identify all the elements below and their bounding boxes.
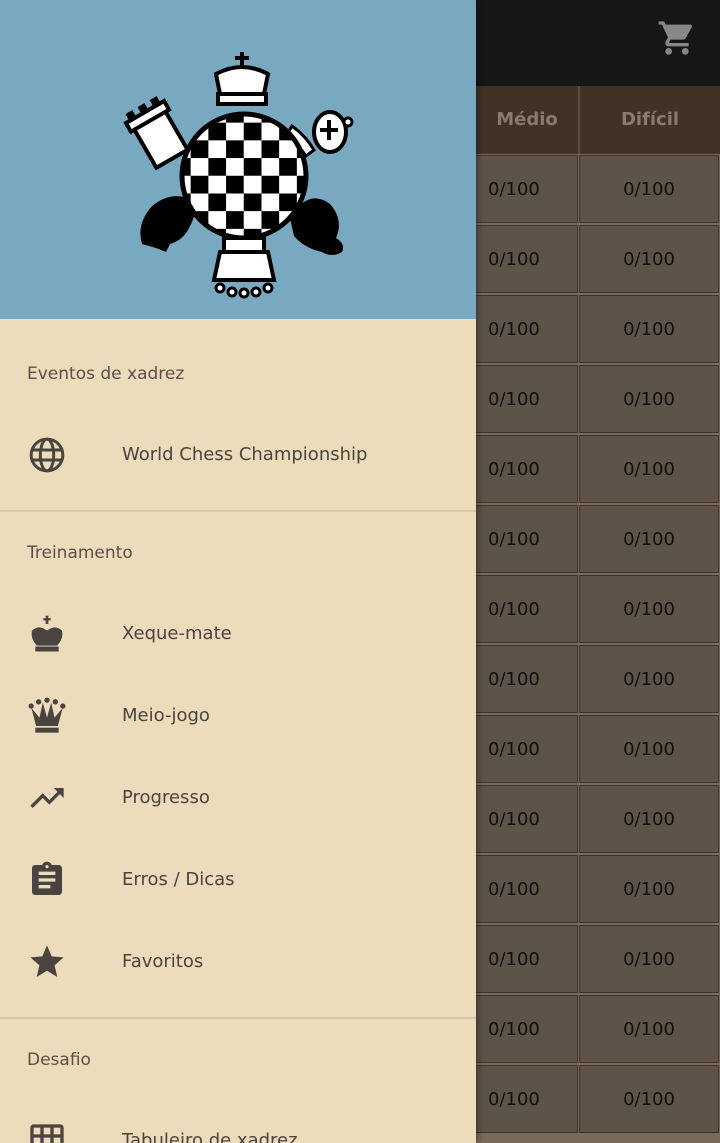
menu-item-meio-jogo[interactable]: Meio-jogo bbox=[0, 675, 476, 757]
menu-item-xeque-mate[interactable]: Xeque-mate bbox=[0, 593, 476, 675]
drawer-header bbox=[0, 0, 476, 319]
section-title: Desafio bbox=[27, 1050, 91, 1070]
clipboard-icon bbox=[32, 861, 62, 895]
trending-up-icon bbox=[30, 788, 64, 808]
queen-icon bbox=[28, 697, 66, 733]
globe-icon bbox=[29, 437, 65, 473]
star-icon bbox=[30, 945, 64, 977]
menu-item-label: World Chess Championship bbox=[122, 444, 368, 465]
menu-item-favoritos[interactable]: Favoritos bbox=[0, 921, 476, 1003]
king-icon bbox=[31, 615, 63, 652]
menu-item-label: Xeque-mate bbox=[122, 623, 232, 644]
menu-item-progresso[interactable]: Progresso bbox=[0, 757, 476, 839]
navigation-drawer: Eventos de xadrez World Chess Championshi… bbox=[0, 0, 476, 1143]
menu-item-erros-dicas[interactable]: Erros / Dicas bbox=[0, 839, 476, 921]
menu-item-label: Meio-jogo bbox=[122, 705, 210, 726]
section-title: Treinamento bbox=[27, 543, 133, 563]
menu-item-label: Erros / Dicas bbox=[122, 869, 235, 890]
chess-logo-icon bbox=[123, 52, 354, 299]
section-divider bbox=[0, 510, 476, 512]
menu-item-label: Progresso bbox=[122, 787, 210, 808]
menu-item-tabuleiro-de-xadrez[interactable]: Tabuleiro de xadrez bbox=[0, 1100, 476, 1143]
menu-item-world-chess-championship[interactable]: World Chess Championship bbox=[0, 414, 476, 496]
section-divider bbox=[0, 1017, 476, 1019]
menu-item-label: Favoritos bbox=[122, 951, 204, 972]
grid-icon bbox=[30, 1124, 64, 1143]
menu-item-label: Tabuleiro de xadrez bbox=[122, 1130, 298, 1143]
section-title: Eventos de xadrez bbox=[27, 364, 185, 384]
